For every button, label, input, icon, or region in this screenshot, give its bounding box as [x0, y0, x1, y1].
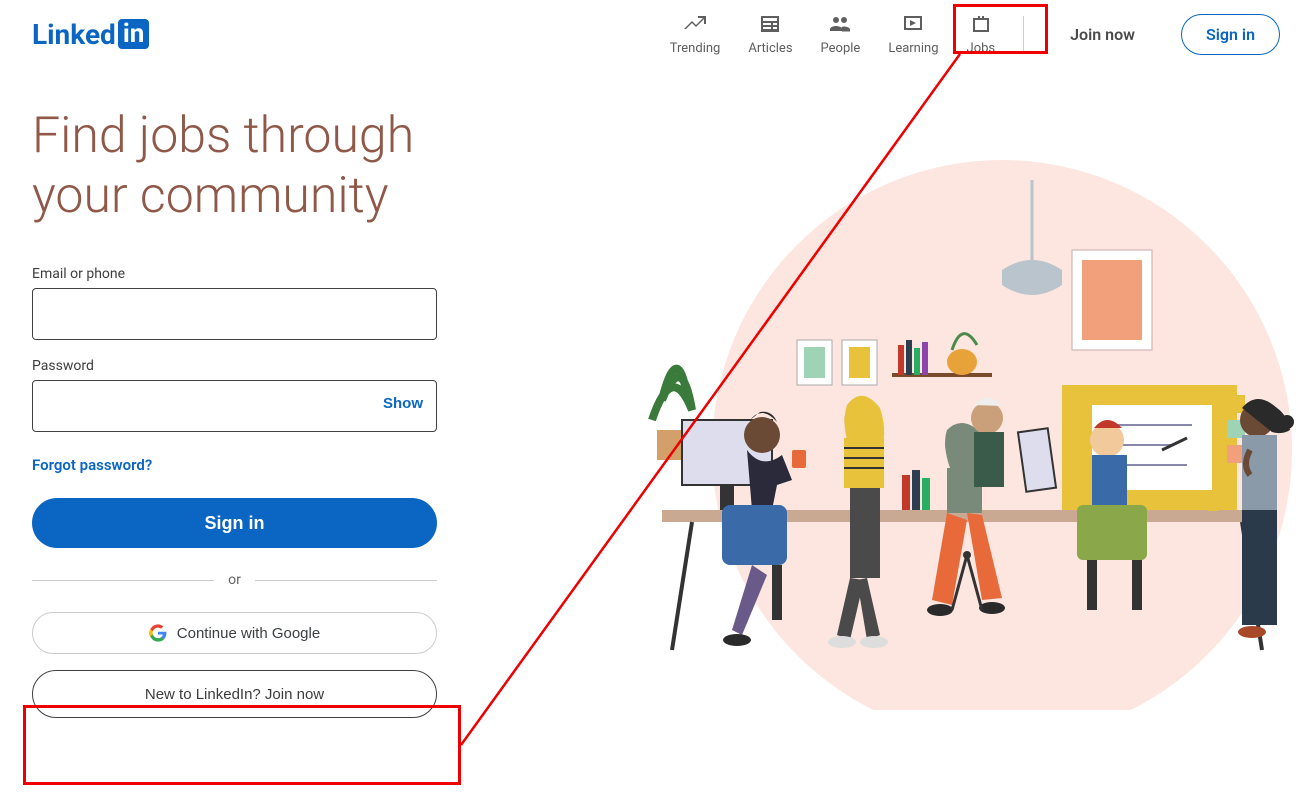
trending-icon [683, 12, 707, 36]
email-label: Email or phone [32, 266, 472, 282]
nav-people[interactable]: People [821, 12, 861, 56]
show-password-button[interactable]: Show [383, 395, 423, 412]
email-input[interactable] [32, 288, 437, 340]
nav-label: Trending [670, 41, 721, 56]
nav-label: Articles [748, 41, 792, 56]
nav-learning[interactable]: Learning [888, 12, 938, 56]
linkedin-logo[interactable]: Linked in [32, 18, 149, 51]
google-label: Continue with Google [177, 625, 320, 642]
continue-with-google-button[interactable]: Continue with Google [32, 612, 437, 654]
join-now-link[interactable]: Join now [1052, 17, 1153, 52]
google-icon [149, 624, 167, 642]
articles-icon [758, 12, 782, 36]
people-icon [828, 12, 852, 36]
logo-text: Linked [32, 18, 116, 51]
logo-in-badge: in [118, 19, 149, 49]
nav-jobs[interactable]: Jobs [967, 12, 996, 56]
nav-articles[interactable]: Articles [748, 12, 792, 56]
nav-divider [1023, 16, 1024, 52]
hero-headline: Find jobs through your community [32, 106, 472, 226]
learning-icon [901, 12, 925, 36]
new-join-now-button[interactable]: New to LinkedIn? Join now [32, 670, 437, 718]
nav-label: Learning [888, 41, 938, 56]
forgot-password-link[interactable]: Forgot password? [32, 456, 152, 474]
password-label: Password [32, 358, 472, 374]
sign-in-button[interactable]: Sign in [1181, 14, 1280, 55]
nav-label: People [821, 41, 861, 56]
nav-label: Jobs [967, 41, 996, 56]
nav-trending[interactable]: Trending [670, 12, 721, 56]
top-nav: Trending Articles People Learning Jobs J… [670, 12, 1280, 56]
or-text: or [228, 572, 241, 588]
password-input[interactable] [32, 380, 437, 432]
or-separator: or [32, 572, 437, 588]
signin-button[interactable]: Sign in [32, 498, 437, 548]
jobs-icon [969, 12, 993, 36]
hero-illustration [632, 150, 1312, 710]
